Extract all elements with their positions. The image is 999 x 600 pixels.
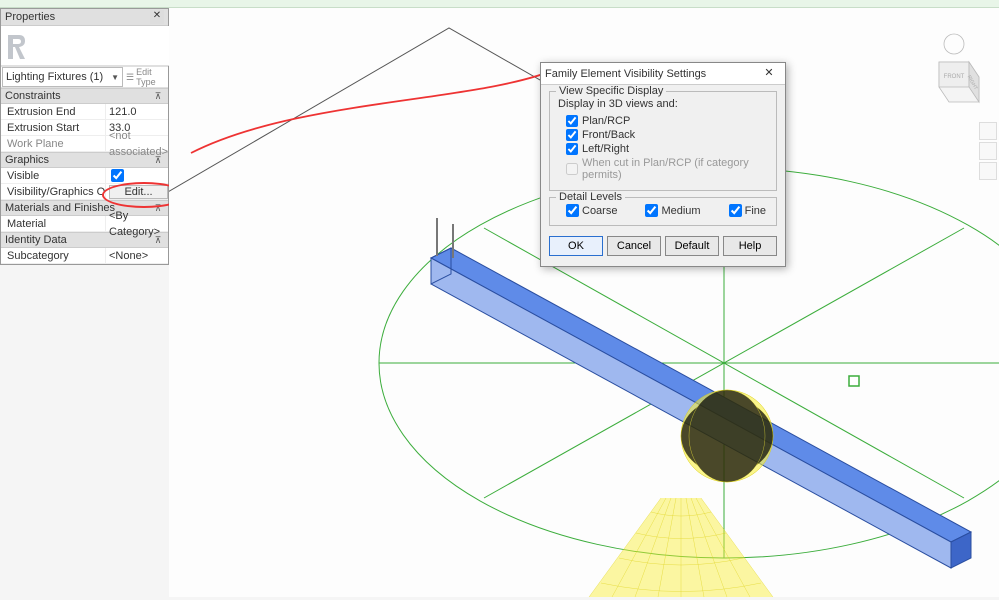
group-detail-levels: Detail Levels Coarse Medium Fine xyxy=(549,197,777,226)
properties-panel: Properties ✕ Lighting Fixtures (1) ▼ ☰ E… xyxy=(0,8,169,265)
type-selector-dropdown[interactable]: Lighting Fixtures (1) ▼ xyxy=(2,67,123,87)
prop-subcategory: Subcategory <None> xyxy=(1,248,168,264)
front-back-checkbox[interactable] xyxy=(566,129,578,141)
collapse-icon[interactable]: ⊼ xyxy=(152,91,164,102)
when-cut-checkbox xyxy=(566,163,578,175)
properties-title: Properties xyxy=(5,11,55,23)
visible-checkbox[interactable] xyxy=(111,169,124,182)
medium-checkbox[interactable] xyxy=(645,204,658,217)
edit-type-label: Edit Type xyxy=(136,67,168,87)
display-in-label: Display in 3D views and: xyxy=(558,98,768,110)
ok-button[interactable]: OK xyxy=(549,236,603,256)
navigation-bar xyxy=(979,120,999,320)
prop-extrusion-end: Extrusion End 121.0 xyxy=(1,104,168,120)
group-view-specific: View Specific Display Display in 3D view… xyxy=(549,91,777,191)
dialog-title: Family Element Visibility Settings xyxy=(545,68,706,80)
type-selector-value: Lighting Fixtures (1) xyxy=(6,71,103,83)
close-icon[interactable]: ✕ xyxy=(150,10,164,24)
properties-titlebar[interactable]: Properties ✕ xyxy=(1,9,168,26)
collapse-icon[interactable]: ⊼ xyxy=(152,235,164,246)
prop-visible: Visible xyxy=(1,168,168,184)
value-extrusion-end[interactable]: 121.0 xyxy=(105,104,168,119)
group-header-constraints[interactable]: Constraints ⊼ xyxy=(1,88,168,104)
value-subcategory[interactable]: <None> xyxy=(105,248,168,263)
edit-visibility-button[interactable]: Edit... xyxy=(109,185,168,199)
svg-text:FRONT: FRONT xyxy=(944,74,965,80)
type-preview xyxy=(1,26,169,66)
default-button[interactable]: Default xyxy=(665,236,719,256)
edit-type-button[interactable]: ☰ Edit Type xyxy=(124,67,168,87)
left-right-checkbox[interactable] xyxy=(566,143,578,155)
chevron-down-icon: ▼ xyxy=(111,73,122,82)
nav-tool-2[interactable] xyxy=(979,142,997,160)
collapse-icon[interactable]: ⊼ xyxy=(152,155,164,166)
help-button[interactable]: Help xyxy=(723,236,777,256)
nav-tool-3[interactable] xyxy=(979,162,997,180)
revit-logo-icon xyxy=(5,31,29,61)
coarse-checkbox[interactable] xyxy=(566,204,579,217)
prop-work-plane: Work Plane <not associated> xyxy=(1,136,168,152)
value-material[interactable]: <By Category> xyxy=(105,216,168,231)
nav-tool-1[interactable] xyxy=(979,122,997,140)
fine-checkbox[interactable] xyxy=(729,204,742,217)
prop-visibility-override: Visibility/Graphics Ov... Edit... xyxy=(1,184,168,200)
visibility-settings-dialog: Family Element Visibility Settings ✕ Vie… xyxy=(540,62,786,267)
edit-type-icon: ☰ xyxy=(126,72,134,83)
cancel-button[interactable]: Cancel xyxy=(607,236,661,256)
prop-material: Material <By Category> xyxy=(1,216,168,232)
green-strip xyxy=(0,0,999,8)
dialog-titlebar[interactable]: Family Element Visibility Settings ✕ xyxy=(541,63,785,85)
value-work-plane: <not associated> xyxy=(105,136,168,151)
viewcube[interactable]: FRONT RIGHT xyxy=(919,32,989,112)
close-icon[interactable]: ✕ xyxy=(757,65,781,83)
plan-rcp-checkbox[interactable] xyxy=(566,115,578,127)
